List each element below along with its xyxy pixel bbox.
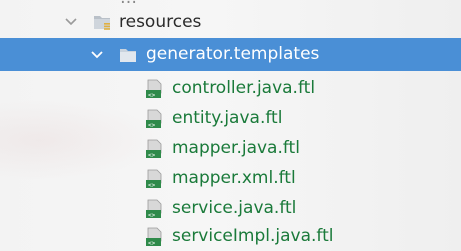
svg-text:<>: <> <box>148 122 156 129</box>
ftl-template-file-icon: <> <box>145 109 165 129</box>
resources-folder-icon <box>92 12 112 32</box>
tree-row-label: mapper.java.ftl <box>172 138 300 158</box>
tree-row-resources[interactable]: resources <box>0 6 461 38</box>
svg-text:<>: <> <box>148 182 156 189</box>
tree-row-label: generator.templates <box>146 44 320 64</box>
ftl-template-file-icon: <> <box>145 199 165 219</box>
svg-text:<>: <> <box>148 240 156 247</box>
tree-row-label: entity.java.ftl <box>172 108 283 128</box>
chevron-down-icon[interactable] <box>64 15 78 29</box>
chevron-down-icon[interactable] <box>90 48 104 62</box>
svg-text:<>: <> <box>148 212 156 219</box>
tree-row-file[interactable]: <> mapper.xml.ftl <box>0 162 461 194</box>
tree-row-file[interactable]: <> serviceImpl.java.ftl <box>0 220 461 251</box>
tree-row-label: mapper.xml.ftl <box>172 168 296 188</box>
ftl-template-file-icon: <> <box>145 79 165 99</box>
tree-row-label: service.java.ftl <box>172 198 297 218</box>
ftl-template-file-icon: <> <box>145 227 165 247</box>
svg-text:<>: <> <box>148 152 156 159</box>
ftl-template-file-icon: <> <box>145 169 165 189</box>
tree-row-label: serviceImpl.java.ftl <box>172 226 334 246</box>
ftl-template-file-icon: <> <box>145 139 165 159</box>
tree-row-label: controller.java.ftl <box>172 78 316 98</box>
tree-row-label: resources <box>119 12 202 32</box>
svg-text:<>: <> <box>148 92 156 99</box>
tree-row-file[interactable]: <> controller.java.ftl <box>0 72 461 104</box>
tree-row-generator-templates[interactable]: generator.templates <box>0 38 461 71</box>
tree-row-file[interactable]: <> mapper.java.ftl <box>0 132 461 164</box>
package-folder-icon <box>118 45 138 65</box>
project-tree: … resources generator.template <box>0 0 461 251</box>
tree-row-file[interactable]: <> entity.java.ftl <box>0 102 461 134</box>
